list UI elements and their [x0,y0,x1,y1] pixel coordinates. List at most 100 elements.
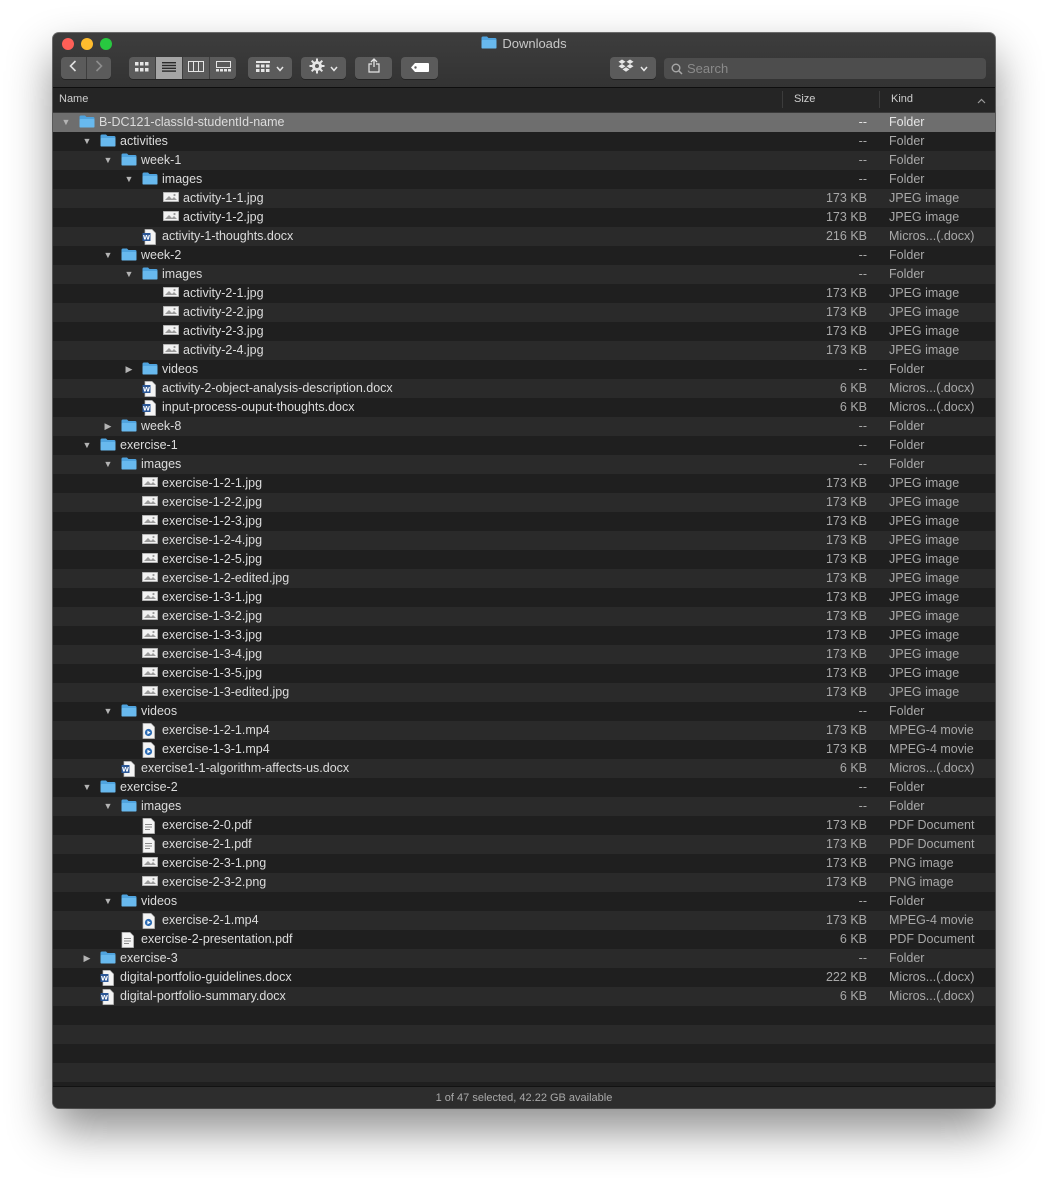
file-row[interactable]: exercise-1-2-2.jpg 173 KB JPEG image [53,493,995,512]
column-view-button[interactable] [183,57,210,79]
disclosure-closed-icon[interactable]: ▶ [82,949,92,968]
file-row[interactable]: exercise-1-3-edited.jpg 173 KB JPEG image [53,683,995,702]
folder-icon [142,172,158,187]
folder-row[interactable]: ▼ images -- Folder [53,797,995,816]
disclosure-open-icon[interactable]: ▼ [61,113,71,132]
dropbox-button[interactable] [610,57,656,79]
folder-row[interactable]: ▼ images -- Folder [53,170,995,189]
folder-row[interactable]: ▼ activities -- Folder [53,132,995,151]
folder-row[interactable]: ▼ videos -- Folder [53,702,995,721]
disclosure-open-icon[interactable]: ▼ [124,170,134,189]
column-header-bar: Name Size Kind [53,88,995,113]
search-field[interactable] [664,58,986,79]
file-row[interactable]: exercise-2-1.pdf 173 KB PDF Document [53,835,995,854]
file-row[interactable]: activity-2-4.jpg 173 KB JPEG image [53,341,995,360]
disclosure-open-icon[interactable]: ▼ [82,132,92,151]
disclosure-open-icon[interactable]: ▼ [103,151,113,170]
file-row[interactable]: Wdigital-portfolio-guidelines.docx 222 KB… [53,968,995,987]
group-by-button[interactable] [248,57,292,79]
svg-text:W: W [143,386,150,394]
file-row[interactable]: exercise-2-3-2.png 173 KB PNG image [53,873,995,892]
file-row[interactable]: Winput-process-ouput-thoughts.docx 6 KB Mi… [53,398,995,417]
file-size: -- [858,115,867,129]
disclosure-open-icon[interactable]: ▼ [103,892,113,911]
folder-row[interactable]: ▼ images -- Folder [53,455,995,474]
file-row[interactable]: exercise-1-3-1.mp4 173 KB MPEG-4 movie [53,740,995,759]
file-kind: JPEG image [889,628,960,642]
word-document-icon: W [100,970,116,986]
title-bar: Downloads [53,33,995,88]
image-file-icon [142,856,158,871]
disclosure-open-icon[interactable]: ▼ [124,265,134,284]
disclosure-open-icon[interactable]: ▼ [103,455,113,474]
kind-column-header[interactable]: Kind [891,93,913,105]
folder-row[interactable]: ▶ videos -- Folder [53,360,995,379]
folder-row[interactable]: ▼ exercise-2 -- Folder [53,778,995,797]
file-row[interactable]: exercise-2-presentation.pdf 6 KB PDF Docum… [53,930,995,949]
file-row[interactable]: exercise-1-2-edited.jpg 173 KB JPEG image [53,569,995,588]
file-row[interactable]: exercise-1-3-1.jpg 173 KB JPEG image [53,588,995,607]
disclosure-open-icon[interactable]: ▼ [103,702,113,721]
disclosure-open-icon[interactable]: ▼ [103,797,113,816]
file-row[interactable]: activity-1-1.jpg 173 KB JPEG image [53,189,995,208]
folder-row[interactable]: ▼ videos -- Folder [53,892,995,911]
column-divider[interactable] [782,91,783,108]
file-name: exercise-2-1.mp4 [162,913,259,927]
forward-button[interactable] [87,57,112,79]
file-row[interactable]: exercise-1-3-4.jpg 173 KB JPEG image [53,645,995,664]
size-column-header[interactable]: Size [794,93,815,105]
back-button[interactable] [61,57,87,79]
folder-row[interactable]: ▼ exercise-1 -- Folder [53,436,995,455]
file-size: 173 KB [825,666,867,680]
name-column-header[interactable]: Name [59,93,88,105]
image-file-icon [142,552,158,567]
disclosure-open-icon[interactable]: ▼ [82,778,92,797]
folder-row[interactable]: ▼ B-DC121-classId-studentId-name -- Folder [53,113,995,132]
gallery-view-button[interactable] [210,57,236,79]
list-view-button[interactable] [156,57,183,79]
tags-button[interactable] [401,57,438,79]
file-size: 173 KB [825,571,867,585]
disclosure-open-icon[interactable]: ▼ [82,436,92,455]
file-row[interactable]: activity-2-2.jpg 173 KB JPEG image [53,303,995,322]
share-button[interactable] [355,57,392,79]
file-row[interactable]: activity-2-1.jpg 173 KB JPEG image [53,284,995,303]
file-kind: JPEG image [889,552,960,566]
folder-row[interactable]: ▼ week-2 -- Folder [53,246,995,265]
folder-row[interactable]: ▼ images -- Folder [53,265,995,284]
file-kind: JPEG image [889,571,960,585]
file-row[interactable]: exercise-1-2-1.jpg 173 KB JPEG image [53,474,995,493]
icon-view-button[interactable] [129,57,156,79]
file-row[interactable]: exercise-2-3-1.png 173 KB PNG image [53,854,995,873]
file-row[interactable]: Wactivity-1-thoughts.docx 216 KB Micros...… [53,227,995,246]
file-row[interactable]: exercise-1-3-2.jpg 173 KB JPEG image [53,607,995,626]
disclosure-open-icon[interactable]: ▼ [103,246,113,265]
folder-row[interactable]: ▼ week-1 -- Folder [53,151,995,170]
file-size: -- [858,267,867,281]
file-row[interactable]: Wdigital-portfolio-summary.docx 6 KB Micro… [53,987,995,1006]
file-row[interactable]: exercise-1-2-1.mp4 173 KB MPEG-4 movie [53,721,995,740]
action-menu-button[interactable] [301,57,346,79]
file-row[interactable]: exercise-1-2-4.jpg 173 KB JPEG image [53,531,995,550]
column-divider[interactable] [879,91,880,108]
folder-row[interactable]: ▶ exercise-3 -- Folder [53,949,995,968]
file-row[interactable]: exercise-1-3-3.jpg 173 KB JPEG image [53,626,995,645]
file-size: -- [858,419,867,433]
file-row[interactable]: exercise-1-2-3.jpg 173 KB JPEG image [53,512,995,531]
file-row[interactable]: activity-2-3.jpg 173 KB JPEG image [53,322,995,341]
file-row[interactable]: Wexercise1-1-algorithm-affects-us.docx 6 … [53,759,995,778]
file-size: -- [858,134,867,148]
disclosure-closed-icon[interactable]: ▶ [124,360,134,379]
file-row[interactable]: exercise-2-1.mp4 173 KB MPEG-4 movie [53,911,995,930]
file-size: -- [858,248,867,262]
file-row[interactable]: activity-1-2.jpg 173 KB JPEG image [53,208,995,227]
disclosure-closed-icon[interactable]: ▶ [103,417,113,436]
search-input[interactable] [687,61,967,76]
file-row[interactable]: exercise-2-0.pdf 173 KB PDF Document [53,816,995,835]
group-grid-icon [256,59,270,77]
folder-row[interactable]: ▶ week-8 -- Folder [53,417,995,436]
file-size: 173 KB [825,647,867,661]
file-row[interactable]: exercise-1-3-5.jpg 173 KB JPEG image [53,664,995,683]
file-row[interactable]: Wactivity-2-object-analysis-description.… [53,379,995,398]
file-row[interactable]: exercise-1-2-5.jpg 173 KB JPEG image [53,550,995,569]
